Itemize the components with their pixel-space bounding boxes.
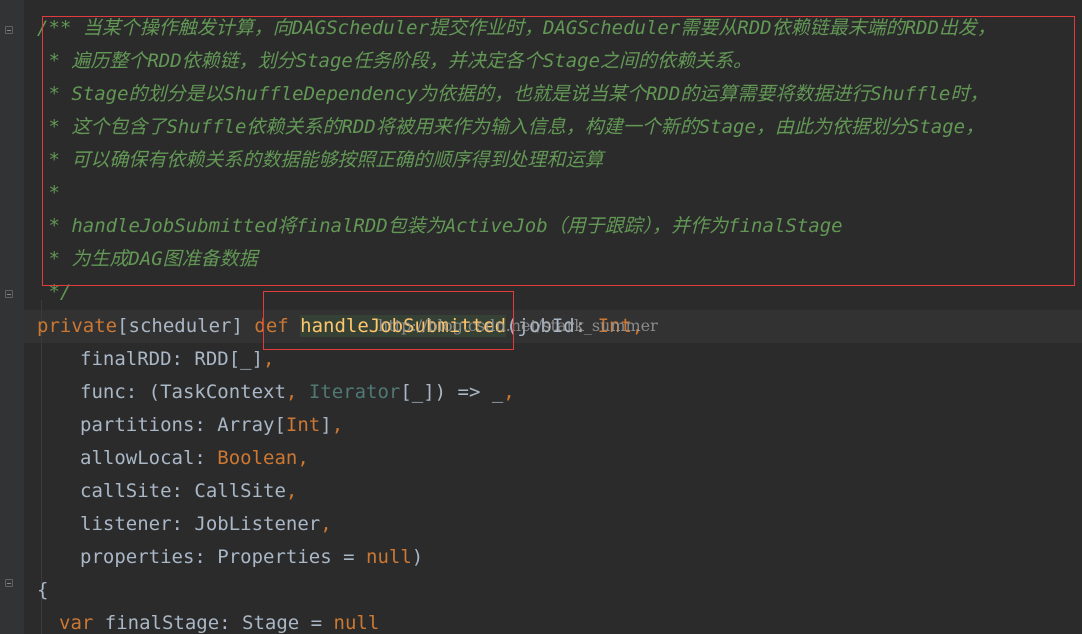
open-brace: { — [37, 579, 49, 601]
comma: , — [503, 381, 515, 403]
code-editor[interactable]: /** 当某个操作触发计算，向DAGScheduler提交作业时，DAGSche… — [0, 0, 1082, 634]
var-declaration: finalStage: Stage = — [93, 612, 334, 634]
param-type: Int — [285, 414, 321, 436]
comma: , — [285, 381, 298, 403]
doc-comment-line: * 可以确保有依赖关系的数据能够按照正确的顺序得到处理和运算 — [37, 149, 604, 171]
bracket: ] — [320, 414, 332, 436]
param-name: func: — [80, 381, 149, 403]
private-keyword: private — [37, 315, 118, 337]
param-line-partitions: partitions: Array[Int], — [80, 409, 343, 442]
close-paren: ) — [411, 546, 424, 568]
param-name: finalRDD: — [80, 348, 195, 370]
param-line-callsite: callSite: CallSite, — [80, 475, 297, 508]
fold-icon[interactable] — [5, 26, 13, 34]
param-line-func: func: (TaskContext, Iterator[_]) => _, — [80, 376, 515, 409]
param-type: Properties = — [217, 546, 366, 568]
comma: , — [263, 348, 275, 370]
param-type: JobListener — [194, 513, 321, 535]
def-keyword: def — [254, 315, 289, 337]
param-name: callSite: — [80, 480, 195, 502]
param-name: properties: — [80, 546, 218, 568]
null-keyword: null — [333, 612, 380, 634]
param-name: allowLocal: — [80, 447, 218, 469]
scope-modifier: [scheduler] — [117, 315, 243, 337]
comma: , — [297, 447, 309, 469]
doc-comment-line: */ — [37, 281, 72, 303]
doc-comment-line: /** 当某个操作触发计算，向DAGScheduler提交作业时，DAGSche… — [37, 17, 996, 39]
var-decl-line: var finalStage: Stage = null — [59, 607, 379, 634]
doc-comment-line: * 遍历整个RDD依赖链，划分Stage任务阶段，并决定各个Stage之间的依赖… — [37, 50, 753, 72]
doc-comment-line: * Stage的划分是以ShuffleDependency为依据的，也就是说当某… — [37, 83, 989, 105]
doc-comment-line: * 这个包含了Shuffle依赖关系的RDD将被用来作为输入信息，构建一个新的S… — [37, 116, 985, 138]
param-type: Iterator — [297, 381, 401, 403]
param-type: (TaskContext — [148, 381, 286, 403]
doc-comment-line: * — [37, 182, 60, 204]
editor-gutter — [0, 0, 24, 634]
param-type: Array[ — [217, 414, 286, 436]
comma: , — [331, 414, 344, 436]
param-line-properties: properties: Properties = null) — [80, 541, 423, 574]
fold-icon[interactable] — [5, 290, 13, 298]
param-line-listener: listener: JobListener, — [80, 508, 332, 541]
fold-icon[interactable] — [5, 579, 13, 587]
param-name: listener: — [80, 513, 195, 535]
param-line-allowlocal: allowLocal: Boolean, — [80, 442, 309, 475]
param-name: partitions: — [80, 414, 218, 436]
param-type: [_]) => _ — [400, 381, 504, 403]
null-keyword: null — [366, 546, 412, 568]
param-type: Boolean — [217, 447, 298, 469]
var-keyword: var — [59, 612, 94, 634]
param-type: CallSite — [194, 480, 286, 502]
param-line-finalrdd: finalRDD: RDD[_], — [80, 343, 274, 376]
comma: , — [285, 480, 298, 502]
doc-comment-line: * 为生成DAG图准备数据 — [37, 248, 258, 270]
watermark-text: http://blog.csdn.net/stark_summer — [378, 316, 658, 335]
comma: , — [320, 513, 332, 535]
doc-comment-line: * handleJobSubmitted将finalRDD包装为ActiveJo… — [37, 215, 843, 237]
param-type: RDD[_] — [194, 348, 264, 370]
